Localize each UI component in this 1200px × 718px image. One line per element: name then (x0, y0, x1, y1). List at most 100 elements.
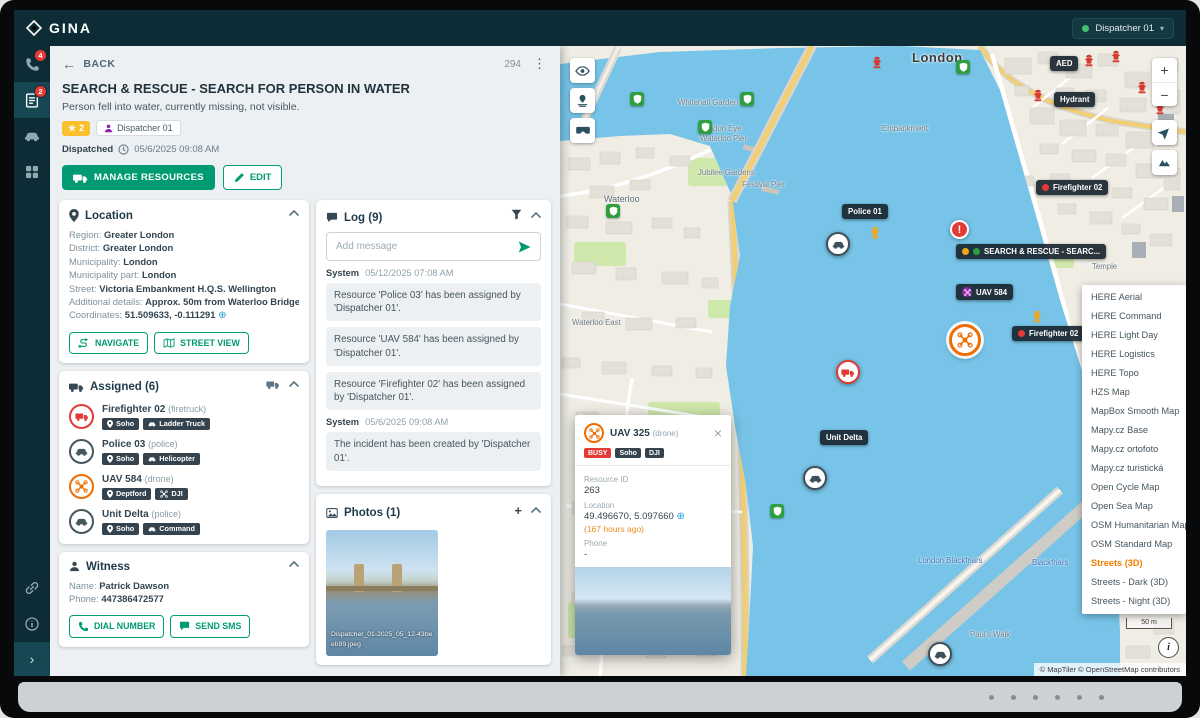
hydrant-icon[interactable] (1137, 81, 1147, 94)
nav-dashboard[interactable] (14, 154, 50, 190)
filter-icon[interactable] (511, 209, 522, 220)
resource-row[interactable]: Police 03 (police) SohoHelicopter (69, 439, 299, 465)
nav-calls[interactable]: 4 (14, 46, 50, 82)
layer-option[interactable]: HZS Map (1082, 383, 1186, 402)
layer-option[interactable]: OSM Humanitarian Map (1082, 516, 1186, 535)
map-label: Festival Pier (742, 180, 785, 189)
police-boat-marker[interactable] (803, 466, 827, 490)
resource-name: UAV 584 (102, 474, 142, 485)
layer-option[interactable]: Mapy.cz turistická (1082, 459, 1186, 478)
hydrant-icon[interactable] (1084, 54, 1094, 67)
layer-option[interactable]: MapBox Smooth Map (1082, 402, 1186, 421)
resource-row[interactable]: Firefighter 02 (firetruck) SohoLadder Tr… (69, 404, 299, 430)
map[interactable]: London Whitehall Garden London Eye Water… (560, 46, 1186, 676)
layer-option[interactable]: Streets - Dark (3D) (1082, 573, 1186, 592)
map-pill-uav-584[interactable]: UAV 584 (956, 284, 1013, 300)
map-pill-aed[interactable]: AED (1050, 56, 1078, 71)
selected-drone-marker[interactable] (949, 324, 981, 356)
resource-popup: UAV 325 (drone) × BUSY Soho DJI Resource… (575, 415, 731, 655)
shield-marker-icon[interactable] (956, 60, 970, 74)
resource-photo[interactable] (575, 567, 731, 655)
send-sms-button[interactable]: SEND SMS (170, 615, 250, 638)
shield-marker-icon[interactable] (698, 120, 712, 134)
layer-option[interactable]: HERE Command (1082, 307, 1186, 326)
terrain-button[interactable] (1152, 150, 1177, 175)
layer-option[interactable]: OSM Standard Map (1082, 535, 1186, 554)
poi-layers-button[interactable] (570, 88, 595, 113)
map-pill-police-01[interactable]: Police 01 (842, 204, 888, 219)
resource-row[interactable]: Unit Delta (police) SohoCommand (69, 509, 299, 535)
collapse-chevron-icon[interactable] (289, 381, 299, 387)
visibility-button[interactable] (570, 58, 595, 83)
layer-option[interactable]: Streets - Night (3D) (1082, 592, 1186, 611)
hydrant-icon[interactable] (1033, 89, 1043, 102)
star-icon: ★ (68, 123, 76, 134)
layer-option[interactable]: HERE Logistics (1082, 345, 1186, 364)
crosshair-icon[interactable]: ⊕ (218, 310, 226, 321)
yellow-hydrant-icon[interactable] (1032, 310, 1042, 323)
back-label: BACK (83, 58, 115, 70)
layer-option[interactable]: Mapy.cz ortofoto (1082, 440, 1186, 459)
hydrant-icon[interactable] (872, 56, 882, 69)
resource-row[interactable]: UAV 584 (drone) DeptfordDJI (69, 474, 299, 500)
photo-thumbnail[interactable]: Dispatcher_01-2025_05_12-43beeb99.jpeg (326, 530, 438, 656)
layer-option[interactable]: HERE Light Day (1082, 326, 1186, 345)
drone-icon (957, 332, 973, 348)
send-icon[interactable] (518, 241, 531, 253)
back-button[interactable]: ← BACK (62, 57, 115, 71)
dispatch-truck-icon[interactable] (266, 380, 280, 389)
nav-integrations[interactable] (14, 570, 50, 606)
crosshair-icon[interactable]: ⊕ (676, 511, 684, 522)
nav-resources[interactable] (14, 118, 50, 154)
zoom-out-button[interactable]: − (1152, 82, 1177, 106)
map-info-button[interactable]: i (1158, 637, 1179, 658)
3d-view-button[interactable] (570, 118, 595, 143)
collapse-chevron-icon[interactable] (531, 507, 541, 513)
map-pill-hydrant[interactable]: Hydrant (1054, 92, 1095, 107)
shield-marker-icon[interactable] (630, 92, 644, 106)
nav-info[interactable] (14, 606, 50, 642)
map-pill-firefighter-02[interactable]: Firefighter 02 (1036, 180, 1108, 195)
collapse-chevron-icon[interactable] (289, 561, 299, 567)
hydrant-icon[interactable] (1111, 50, 1121, 63)
vehicle-icon (148, 526, 156, 532)
top-bar: GINA Dispatcher 01 ▾ (14, 10, 1186, 46)
close-icon[interactable]: × (714, 426, 722, 440)
layer-option[interactable]: HERE Aerial (1082, 288, 1186, 307)
locate-button[interactable] (1152, 120, 1177, 145)
police-boat-marker[interactable] (928, 642, 952, 666)
dispatcher-menu[interactable]: Dispatcher 01 ▾ (1072, 18, 1174, 39)
collapse-chevron-icon[interactable] (289, 210, 299, 216)
add-photo-button[interactable]: + (514, 503, 522, 518)
nav-incidents[interactable]: 2 (14, 82, 50, 118)
edit-button[interactable]: EDIT (223, 165, 283, 190)
police-boat-marker[interactable] (826, 232, 850, 256)
kebab-menu-icon[interactable]: ⋮ (533, 56, 546, 72)
navigate-button[interactable]: NAVIGATE (69, 332, 148, 354)
message-input[interactable] (336, 241, 512, 252)
layer-option[interactable]: HERE Topo (1082, 364, 1186, 383)
sidebar-expand-button[interactable]: › (14, 642, 50, 676)
shield-marker-icon[interactable] (770, 504, 784, 518)
street-view-button[interactable]: STREET VIEW (154, 332, 249, 354)
firetruck-marker[interactable] (836, 360, 860, 384)
layer-option[interactable]: Mapy.cz Base (1082, 421, 1186, 440)
zoom-in-button[interactable]: + (1152, 58, 1177, 82)
shield-marker-icon[interactable] (740, 92, 754, 106)
collapse-chevron-icon[interactable] (531, 212, 541, 218)
layer-option[interactable]: Open Cycle Map (1082, 478, 1186, 497)
map-pill-incident[interactable]: SEARCH & RESCUE - SEARC... (956, 244, 1106, 259)
layer-option[interactable]: Open Sea Map (1082, 497, 1186, 516)
yellow-hydrant-icon[interactable] (870, 226, 880, 239)
map-pill-unit-delta[interactable]: Unit Delta (820, 430, 868, 445)
shield-marker-icon[interactable] (606, 204, 620, 218)
dial-number-button[interactable]: DIAL NUMBER (69, 615, 164, 638)
drone-roundel-icon (962, 287, 972, 297)
layer-switcher: HERE Aerial HERE Command HERE Light Day … (1082, 285, 1186, 614)
incident-alert-marker[interactable]: ! (950, 220, 969, 239)
manage-resources-button[interactable]: MANAGE RESOURCES (62, 165, 215, 190)
popup-title: UAV 325 (610, 428, 650, 439)
map-pill-firefighter-clipped[interactable]: Firefighter 02 (1012, 326, 1084, 341)
layer-option-active[interactable]: Streets (3D) (1082, 554, 1186, 573)
created-timestamp: 05/6/2025 09:08 AM (134, 144, 219, 155)
